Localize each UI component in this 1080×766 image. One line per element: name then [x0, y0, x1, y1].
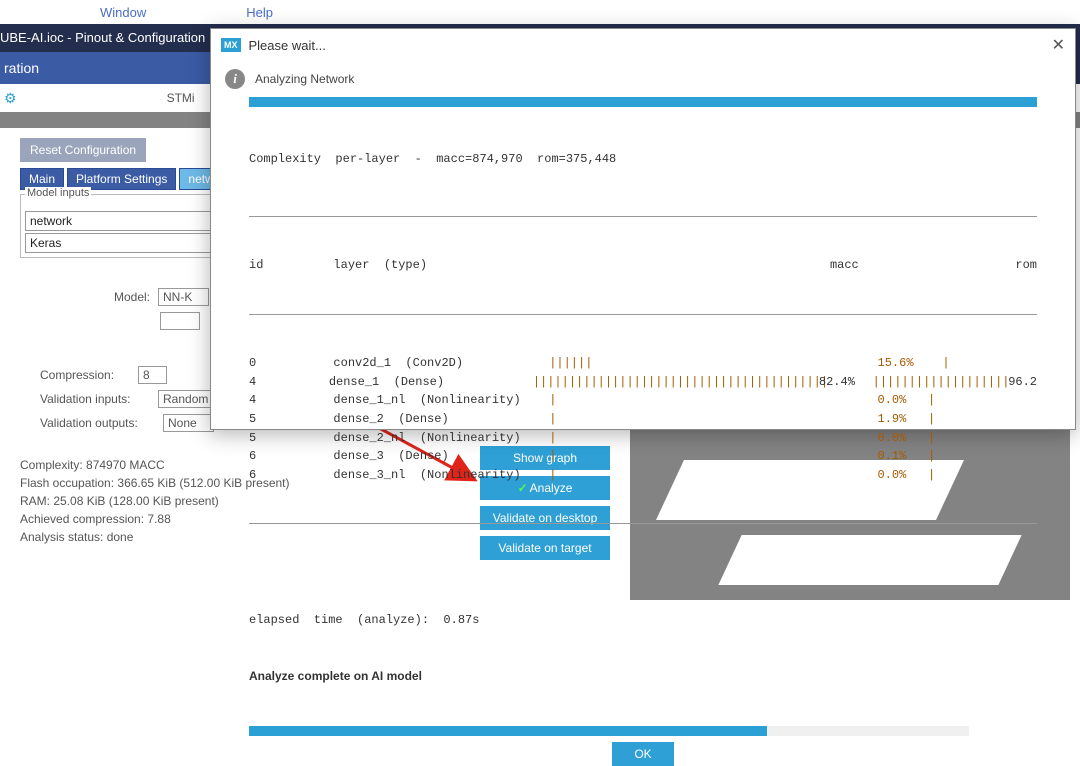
- report-row: 6dense_3_nl (Nonlinearity)|0.0% |: [249, 466, 1037, 485]
- report-row: 4dense_1_nl (Nonlinearity)|0.0% |: [249, 391, 1037, 410]
- report-row: 0conv2d_1 (Conv2D)||||||15.6% |: [249, 354, 1037, 373]
- analysis-report: Complexity per-layer - macc=874,970 rom=…: [249, 113, 1037, 722]
- dialog-title: Please wait...: [249, 38, 326, 53]
- model-value[interactable]: NN-K: [158, 288, 209, 306]
- validation-outputs-select[interactable]: None: [163, 414, 214, 432]
- ok-button[interactable]: OK: [612, 742, 673, 766]
- elapsed-time: elapsed time (analyze): 0.87s: [249, 611, 1037, 630]
- model-label: Model:: [20, 290, 150, 304]
- network-input[interactable]: network: [25, 211, 215, 231]
- progress-bar-top: [249, 97, 1037, 107]
- compression-select[interactable]: 8: [138, 366, 167, 384]
- report-row: 5dense_2_nl (Nonlinearity)|0.0% |: [249, 429, 1037, 448]
- progress-bar-bottom: [249, 726, 969, 736]
- menu-help[interactable]: Help: [246, 5, 273, 20]
- info-icon: i: [225, 69, 245, 89]
- col-id-header: id: [249, 256, 333, 275]
- validation-outputs-label: Validation outputs:: [40, 416, 155, 430]
- report-row: 5dense_2 (Dense)|1.9% |: [249, 410, 1037, 429]
- col-rom-header: rom: [990, 256, 1037, 275]
- menu-window[interactable]: Window: [100, 5, 146, 20]
- validation-inputs-label: Validation inputs:: [40, 392, 150, 406]
- analyzing-label: Analyzing Network: [255, 72, 354, 86]
- report-row: 6dense_3 (Dense)|0.1% |: [249, 447, 1037, 466]
- keras-input[interactable]: Keras: [25, 233, 215, 253]
- report-header-line: Complexity per-layer - macc=874,970 rom=…: [249, 150, 1037, 169]
- stmi-label: STMi: [167, 91, 195, 105]
- analyze-complete: Analyze complete on AI model: [249, 667, 1037, 686]
- model-inputs-legend: Model inputs: [25, 187, 91, 199]
- close-icon[interactable]: ✕: [1052, 35, 1065, 55]
- report-row: 4dense_1 (Dense)||||||||||||||||||||||||…: [249, 373, 1037, 392]
- gear-icon[interactable]: ⚙: [4, 90, 17, 107]
- col-macc-header: macc: [793, 256, 859, 275]
- section-title: ration: [0, 52, 210, 84]
- tiny-input[interactable]: [160, 312, 200, 330]
- please-wait-dialog: MX Please wait... ✕ i Analyzing Network …: [210, 28, 1076, 430]
- compression-label: Compression:: [40, 368, 130, 382]
- col-layer-header: layer (type): [333, 256, 549, 275]
- mx-badge-icon: MX: [221, 38, 241, 52]
- reset-configuration-button[interactable]: Reset Configuration: [20, 138, 146, 162]
